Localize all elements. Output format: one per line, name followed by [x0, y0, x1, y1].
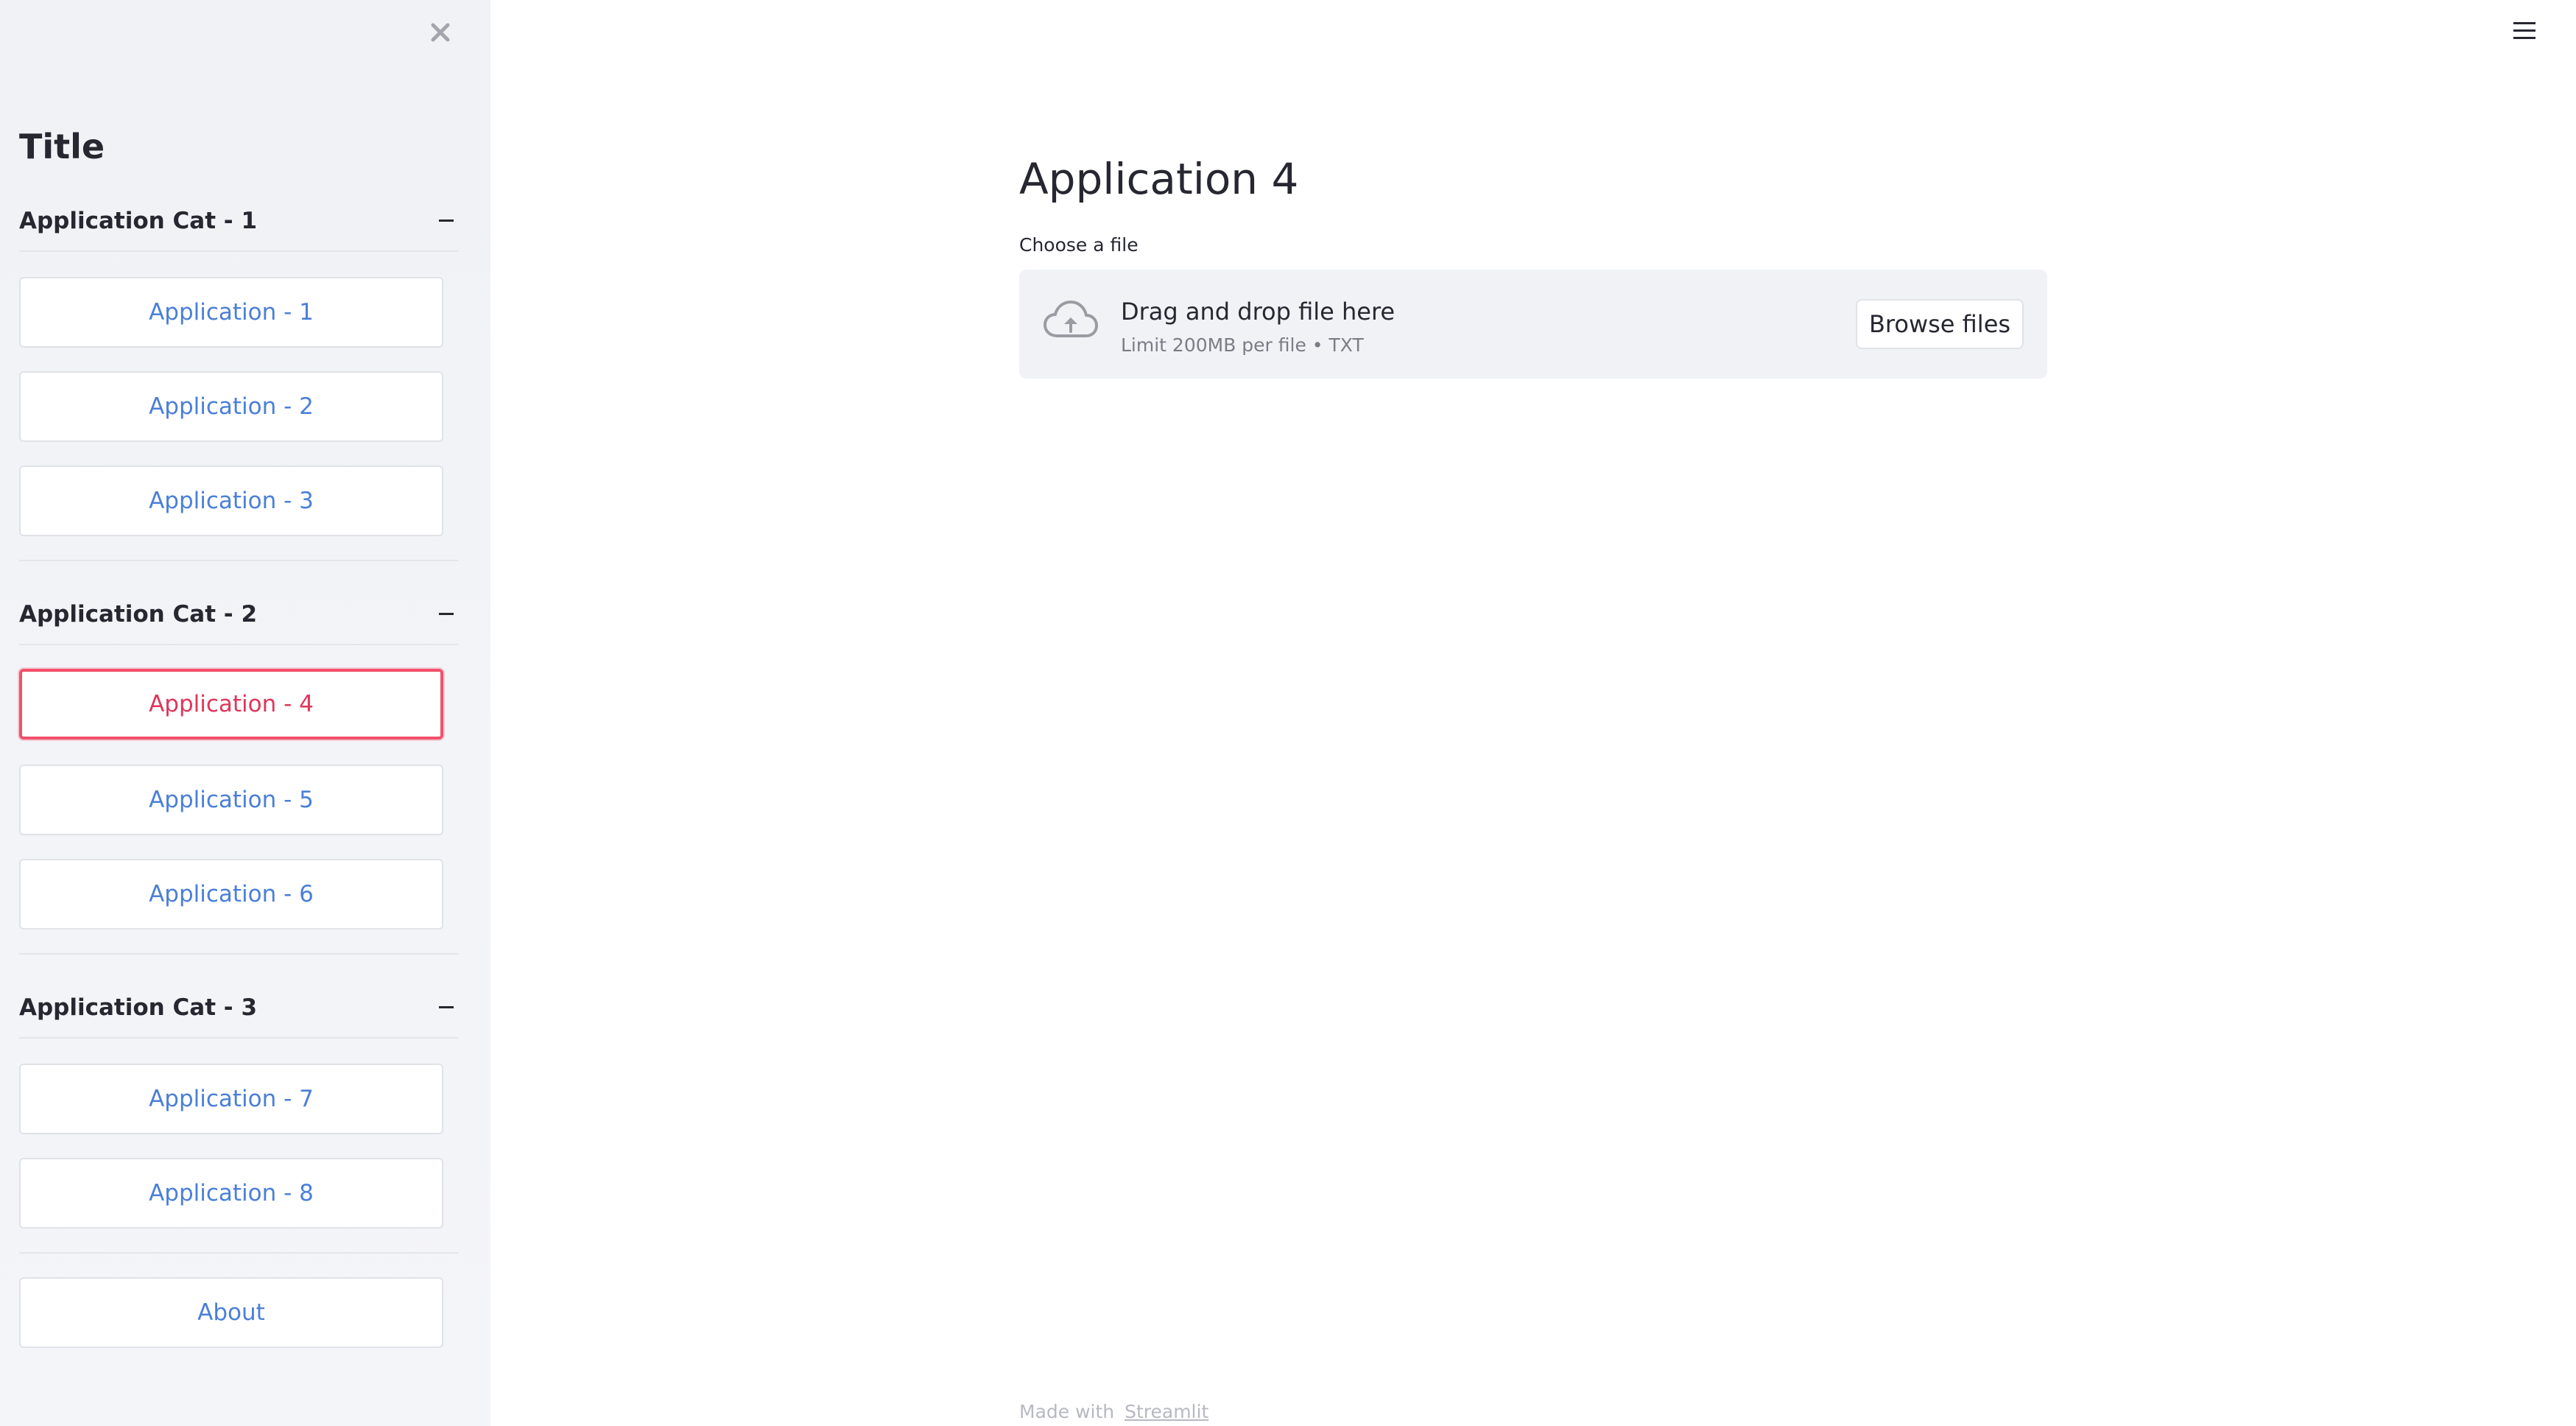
collapse-icon[interactable] — [434, 996, 458, 1019]
category-label: Application Cat - 2 — [19, 601, 258, 628]
sidebar-item-application-7[interactable]: Application - 7 — [19, 1064, 443, 1134]
about-button[interactable]: About — [19, 1277, 443, 1348]
streamlit-link[interactable]: Streamlit — [1125, 1401, 1208, 1422]
dropzone-limit-text: Limit 200MB per file • TXT — [1121, 334, 1364, 356]
file-dropzone[interactable]: Drag and drop file here Limit 200MB per … — [1019, 270, 2047, 379]
category-label: Application Cat - 3 — [19, 994, 258, 1021]
sidebar-item-application-5[interactable]: Application - 5 — [19, 765, 443, 835]
cloud-upload-icon — [1044, 301, 1098, 337]
sidebar-item-application-3[interactable]: Application - 3 — [19, 466, 443, 536]
dropzone-title: Drag and drop file here — [1121, 298, 1396, 326]
collapse-icon[interactable] — [434, 603, 458, 626]
hamburger-menu-icon — [2513, 22, 2535, 39]
sidebar-item-application-1[interactable]: Application - 1 — [19, 277, 443, 348]
sidebar-item-application-2[interactable]: Application - 2 — [19, 371, 443, 442]
divider — [19, 250, 458, 252]
sidebar-item-application-6[interactable]: Application - 6 — [19, 859, 443, 930]
category-header-1[interactable]: Application Cat - 1 — [19, 203, 458, 239]
divider — [19, 1037, 458, 1039]
category-label: Application Cat - 1 — [19, 208, 258, 234]
divider — [19, 560, 458, 561]
category-header-2[interactable]: Application Cat - 2 — [19, 597, 458, 632]
main-menu-button[interactable] — [2508, 15, 2541, 47]
sidebar: Title Application Cat - 1 Application - … — [0, 0, 490, 1426]
page-title: Application 4 — [1019, 154, 1299, 204]
close-sidebar-button[interactable] — [424, 16, 457, 49]
footer: Made with Streamlit — [1019, 1401, 1208, 1422]
divider — [19, 1252, 458, 1254]
footer-made-with: Made with — [1019, 1401, 1115, 1422]
divider — [19, 644, 458, 645]
sidebar-item-application-8[interactable]: Application - 8 — [19, 1158, 443, 1229]
close-icon — [431, 23, 450, 42]
category-header-3[interactable]: Application Cat - 3 — [19, 990, 458, 1025]
sidebar-item-application-4[interactable]: Application - 4 — [19, 669, 443, 740]
collapse-icon[interactable] — [434, 209, 458, 233]
browse-files-button[interactable]: Browse files — [1856, 299, 2024, 349]
uploader-label: Choose a file — [1019, 234, 1139, 256]
divider — [19, 953, 458, 955]
sidebar-title: Title — [19, 127, 105, 166]
